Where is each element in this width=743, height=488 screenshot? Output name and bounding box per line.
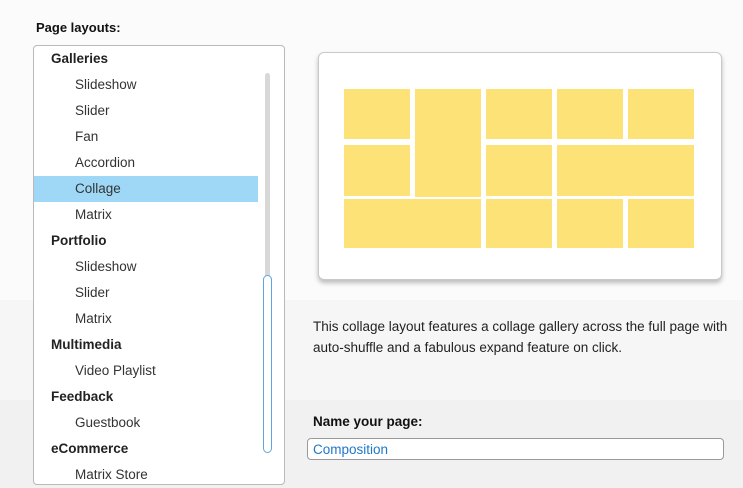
layout-list-item[interactable]: Matrix — [34, 202, 284, 228]
layout-list-item[interactable]: Fan — [34, 124, 284, 150]
layout-group-header: Portfolio — [51, 233, 107, 248]
layout-list-item[interactable]: Collage — [34, 176, 258, 202]
layout-group-header: eCommerce — [51, 441, 129, 456]
preview-tile — [557, 145, 694, 196]
preview-tile — [628, 199, 694, 248]
preview-tile — [628, 89, 694, 139]
layout-list-item[interactable]: Slideshow — [34, 254, 284, 280]
page-layouts-label: Page layouts: — [36, 20, 121, 35]
preview-tile — [557, 199, 623, 248]
layout-list-item[interactable]: Slideshow — [34, 72, 284, 98]
layout-list-item[interactable]: Video Playlist — [34, 358, 284, 384]
preview-tile — [486, 89, 552, 139]
layout-list-item[interactable]: Slider — [34, 98, 284, 124]
layout-preview — [318, 52, 722, 280]
preview-tile — [415, 89, 481, 197]
layout-description: This collage layout features a collage g… — [313, 319, 728, 355]
page-name-label: Name your page: — [313, 414, 423, 429]
preview-tile — [344, 145, 410, 196]
preview-tile — [344, 199, 481, 248]
layout-group-header: Galleries — [51, 51, 109, 66]
layout-list-item[interactable]: Guestbook — [34, 410, 284, 436]
layout-list-items: Galleries Slideshow Slider Fan Accordion Coll… — [34, 46, 284, 484]
layout-group-header: Multimedia — [51, 337, 122, 352]
layout-list-item[interactable]: Slider — [34, 280, 284, 306]
preview-tile — [486, 199, 552, 248]
preview-tile — [344, 89, 410, 139]
preview-tile — [486, 145, 552, 196]
scrollbar-track-indicator — [265, 73, 270, 285]
preview-tile — [557, 89, 623, 139]
layout-group-header: Feedback — [51, 389, 114, 404]
layout-list-item[interactable]: Accordion — [34, 150, 284, 176]
layout-list[interactable]: Galleries Slideshow Slider Fan Accordion Coll… — [33, 45, 285, 485]
layout-list-item[interactable]: Matrix — [34, 306, 284, 332]
scrollbar-thumb[interactable] — [263, 275, 272, 453]
page-name-input[interactable] — [307, 438, 724, 460]
layout-list-item[interactable]: Matrix Store — [34, 462, 284, 484]
